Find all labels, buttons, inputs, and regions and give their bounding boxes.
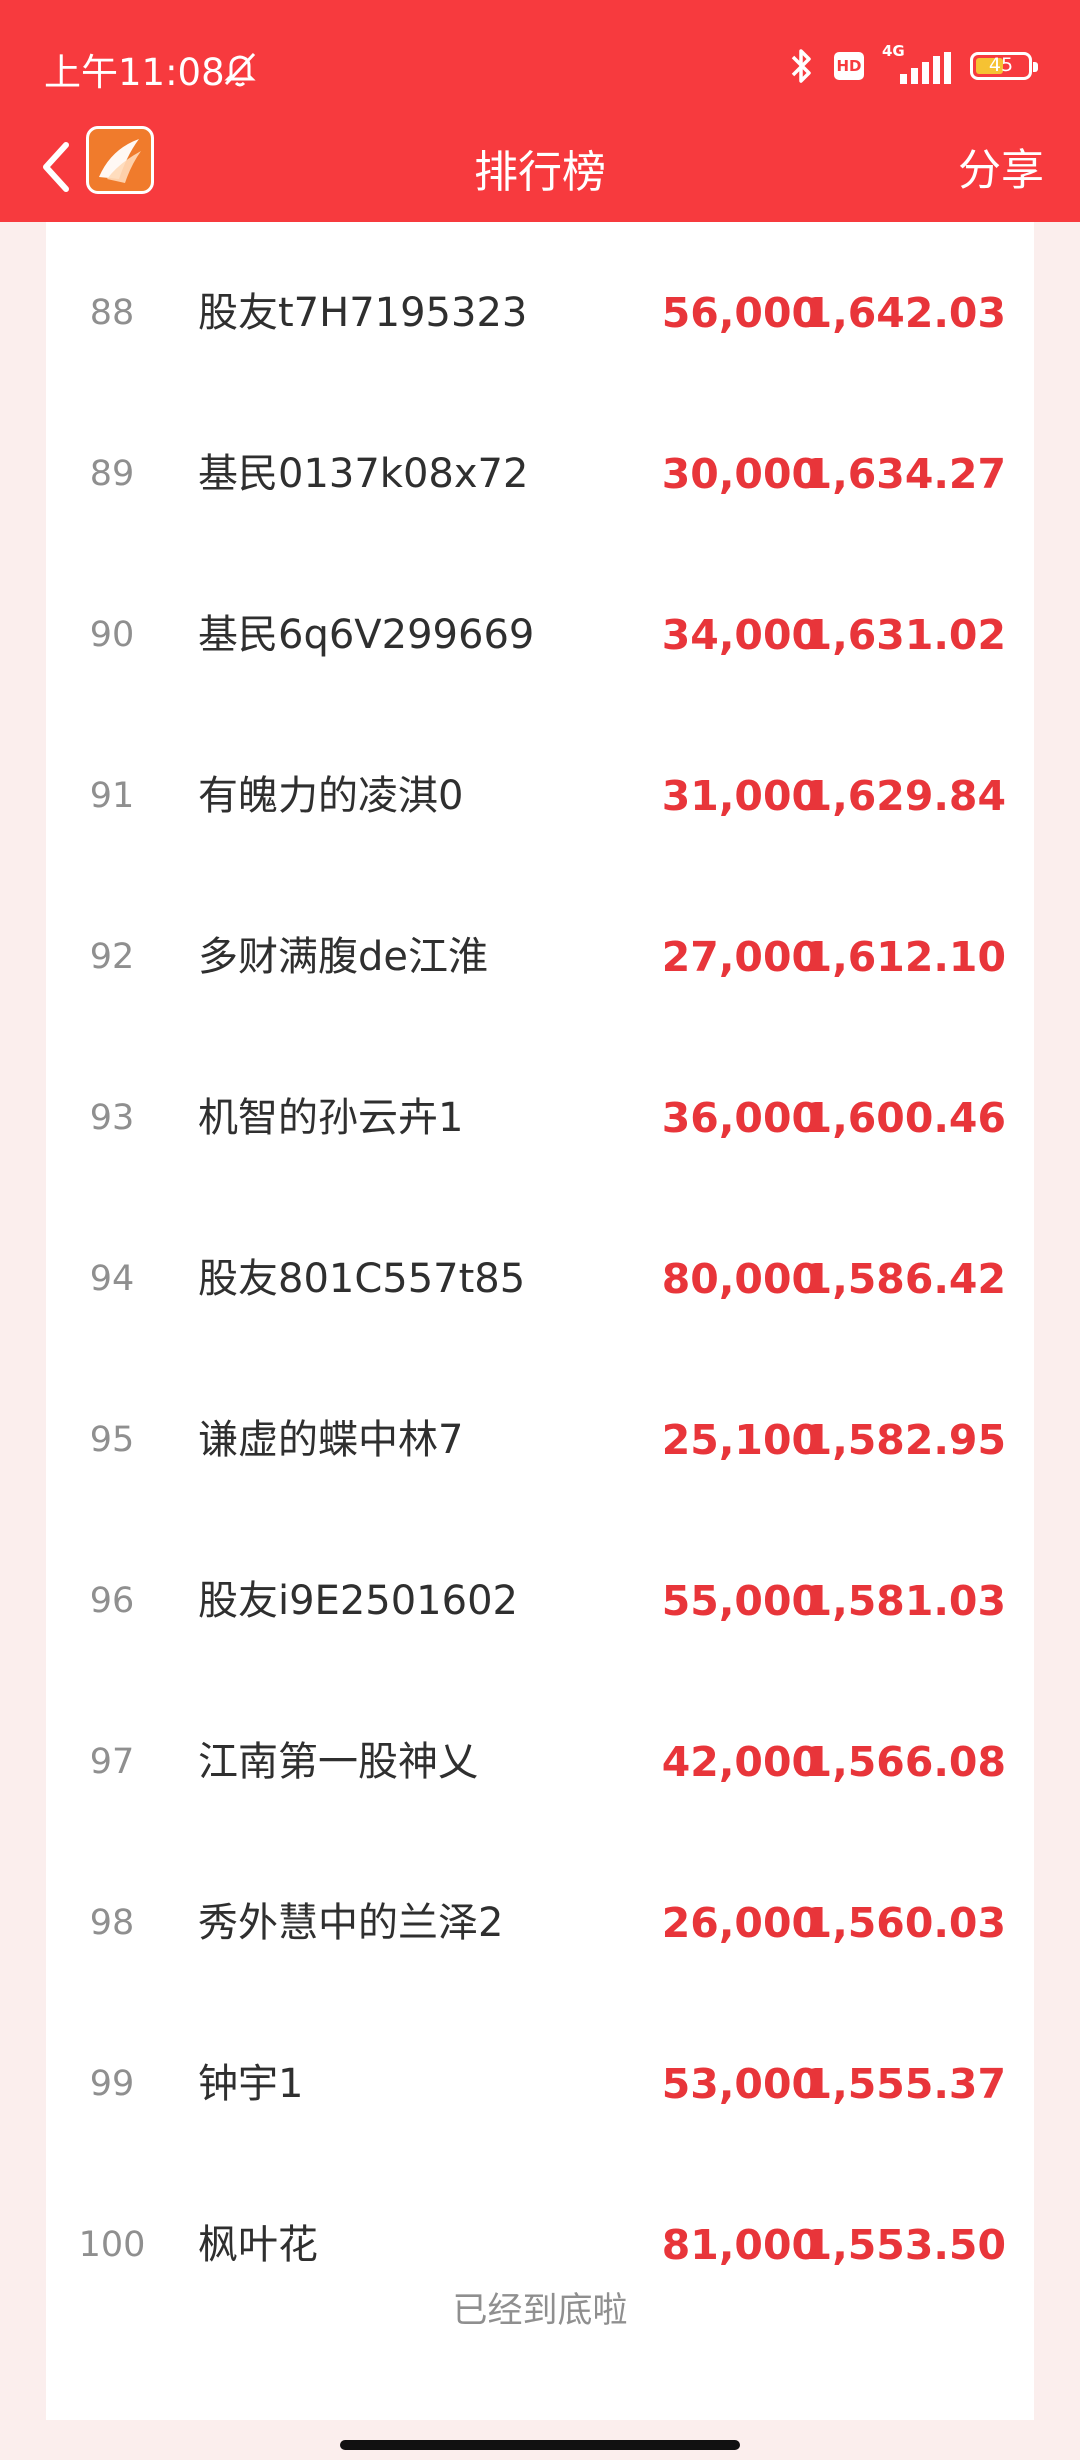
list-item[interactable]: 90 基民6q6V299669 34,000 1,631.02: [46, 555, 1034, 715]
user-name: 基民6q6V299669: [198, 612, 535, 658]
amount-value: 25,100: [661, 1416, 820, 1464]
ranking-list: 88 股友t7H7195323 56,000 1,642.03 89 基民013…: [46, 200, 1034, 2420]
list-item[interactable]: 99 钟宇1 53,000 1,555.37: [46, 2004, 1034, 2164]
home-indicator[interactable]: [340, 2440, 740, 2450]
user-name: 机智的孙云卉1: [198, 1095, 464, 1141]
score-value: 1,631.02: [803, 611, 1006, 659]
amount-value: 36,000: [661, 1094, 820, 1142]
status-time: 上午11:08: [44, 51, 225, 94]
list-item[interactable]: 89 基民0137k08x72 30,000 1,634.27: [46, 394, 1034, 554]
amount-value: 26,000: [661, 1899, 820, 1947]
share-button[interactable]: 分享: [958, 136, 1044, 198]
score-value: 1,582.95: [803, 1416, 1006, 1464]
hd-badge: HD: [834, 52, 864, 80]
score-value: 1,642.03: [803, 289, 1006, 337]
list-item[interactable]: 96 股友i9E2501602 55,000 1,581.03: [46, 1521, 1034, 1681]
bluetooth-icon: [791, 49, 811, 83]
score-value: 1,555.37: [803, 2060, 1006, 2108]
user-name: 秀外慧中的兰泽2: [198, 1900, 504, 1946]
list-item[interactable]: 92 多财满腹de江淮 27,000 1,612.10: [46, 877, 1034, 1037]
user-name: 有魄力的凌淇0: [198, 773, 464, 819]
user-name: 多财满腹de江淮: [198, 934, 488, 980]
score-value: 1,629.84: [803, 772, 1006, 820]
mute-icon: [224, 52, 256, 87]
rank-number: 98: [89, 1903, 135, 1943]
rank-number: 89: [89, 454, 135, 494]
score-value: 1,560.03: [803, 1899, 1006, 1947]
rank-number: 88: [89, 293, 135, 333]
rank-number: 90: [89, 615, 135, 655]
page-title: 排行榜: [474, 147, 606, 198]
end-of-list-text: 已经到底啦: [452, 2291, 628, 2331]
amount-value: 34,000: [661, 611, 820, 659]
user-name: 股友i9E2501602: [198, 1578, 518, 1624]
score-value: 1,612.10: [803, 933, 1006, 981]
signal-icon: 4G: [880, 42, 954, 86]
amount-value: 27,000: [661, 933, 820, 981]
amount-value: 31,000: [661, 772, 820, 820]
list-item[interactable]: 94 股友801C557t85 80,000 1,586.42: [46, 1199, 1034, 1359]
page: 88 股友t7H7195323 56,000 1,642.03 89 基民013…: [0, 0, 1080, 2460]
rank-number: 95: [89, 1420, 135, 1460]
app-header: 上午11:08 HD 4G 45 排行榜 分享: [0, 0, 1080, 222]
rank-number: 93: [89, 1098, 135, 1138]
score-value: 1,634.27: [803, 450, 1006, 498]
score-value: 1,566.08: [803, 1738, 1006, 1786]
user-name: 股友t7H7195323: [198, 290, 528, 336]
user-name: 股友801C557t85: [198, 1256, 526, 1302]
status-bar: 上午11:08 HD 4G 45: [0, 0, 1080, 130]
amount-value: 30,000: [661, 450, 820, 498]
battery-icon: 45: [970, 52, 1038, 80]
rank-number: 91: [89, 776, 135, 816]
list-item[interactable]: 97 江南第一股神乂 42,000 1,566.08: [46, 1682, 1034, 1842]
amount-value: 42,000: [661, 1738, 820, 1786]
rank-number: 96: [89, 1581, 135, 1621]
rank-number: 97: [89, 1742, 135, 1782]
user-name: 江南第一股神乂: [198, 1739, 478, 1785]
amount-value: 53,000: [661, 2060, 820, 2108]
list-item[interactable]: 95 谦虚的蝶中林7 25,100 1,582.95: [46, 1360, 1034, 1520]
rank-number: 99: [89, 2064, 135, 2104]
amount-value: 80,000: [661, 1255, 820, 1303]
list-item[interactable]: 88 股友t7H7195323 56,000 1,642.03: [46, 233, 1034, 393]
list-item[interactable]: 93 机智的孙云卉1 36,000 1,600.46: [46, 1038, 1034, 1198]
rank-number: 92: [89, 937, 135, 977]
amount-value: 55,000: [661, 1577, 820, 1625]
battery-level: 45: [988, 54, 1014, 76]
rank-number: 94: [89, 1259, 135, 1299]
list-item[interactable]: 98 秀外慧中的兰泽2 26,000 1,560.03: [46, 1843, 1034, 2003]
user-name: 基民0137k08x72: [198, 451, 529, 497]
list-item[interactable]: 91 有魄力的凌淇0 31,000 1,629.84: [46, 716, 1034, 876]
score-value: 1,586.42: [803, 1255, 1006, 1303]
score-value: 1,600.46: [803, 1094, 1006, 1142]
score-value: 1,581.03: [803, 1577, 1006, 1625]
user-name: 谦虚的蝶中林7: [198, 1417, 464, 1463]
status-icons: HD 4G 45: [786, 42, 1038, 88]
user-name: 钟宇1: [198, 2061, 304, 2107]
amount-value: 56,000: [661, 289, 820, 337]
nav-bar: 排行榜 分享: [0, 126, 1080, 222]
